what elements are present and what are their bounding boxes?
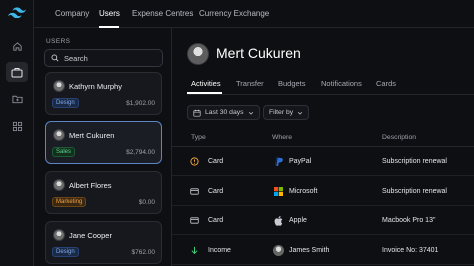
- tab-transfer[interactable]: Transfer: [236, 79, 264, 88]
- tab-budgets[interactable]: Budgets: [278, 79, 306, 88]
- user-card-selected[interactable]: Mert Cukuren Sales $2,794.00: [45, 121, 162, 164]
- row-type: Card: [208, 158, 224, 165]
- date-range-dropdown[interactable]: Last 30 days: [187, 105, 260, 120]
- tab-currency-exchange[interactable]: Currency Exchange: [199, 9, 269, 18]
- user-name: Albert Flores: [69, 181, 112, 190]
- table-row[interactable]: Income James Smith Invoice No: 37401: [172, 236, 474, 265]
- user-name: Jane Cooper: [69, 231, 112, 240]
- tab-notifications[interactable]: Notifications: [321, 79, 362, 88]
- page-title: Mert Cukuren: [216, 45, 301, 61]
- avatar: [273, 245, 284, 256]
- row-where: Microsoft: [289, 188, 318, 195]
- user-amount: $762.00: [131, 249, 156, 256]
- role-badge: Design: [52, 247, 79, 257]
- search-box[interactable]: [44, 49, 163, 67]
- avatar: [187, 43, 209, 65]
- role-badge: Design: [52, 98, 79, 108]
- card-icon: [190, 217, 199, 224]
- tab-users[interactable]: Users: [99, 9, 120, 18]
- active-tab-indicator: [187, 92, 222, 94]
- role-badge: Marketing: [52, 197, 87, 207]
- avatar: [53, 229, 65, 241]
- row-description: Invoice No: 37401: [382, 247, 439, 254]
- home-icon[interactable]: [6, 36, 28, 56]
- row-description: Subscription renewal: [382, 188, 447, 195]
- table-row[interactable]: Card PayPal Subscription renewal: [172, 147, 474, 176]
- user-amount: $2,794.00: [126, 149, 155, 156]
- user-card[interactable]: Jane Cooper Design $762.00: [45, 221, 162, 264]
- paypal-icon: [273, 156, 284, 167]
- user-card[interactable]: Albert Flores Marketing $0.00: [45, 171, 162, 214]
- chevron-down-icon: [298, 111, 303, 115]
- tab-cards[interactable]: Cards: [376, 79, 396, 88]
- grid-icon[interactable]: [6, 116, 28, 136]
- tailwind-logo-icon: [8, 7, 26, 18]
- avatar: [53, 80, 65, 92]
- chevron-down-icon: [248, 111, 253, 115]
- avatar: [53, 179, 65, 191]
- column-header-where[interactable]: Where: [272, 134, 292, 141]
- folder-icon[interactable]: [6, 89, 28, 109]
- divider: [187, 94, 474, 95]
- briefcase-icon[interactable]: [6, 62, 28, 82]
- top-navigation: Company Users Expense Centres Currency E…: [34, 0, 474, 28]
- row-type: Card: [208, 217, 224, 224]
- tab-expense-centres[interactable]: Expense Centres: [132, 9, 193, 18]
- income-arrow-icon: [191, 246, 198, 255]
- users-panel: USERS Kathyrn Murphy Design $1,902.00 Me…: [34, 28, 172, 266]
- card-icon: [190, 188, 199, 195]
- main-content: Mert Cukuren Activities Transfer Budgets…: [172, 28, 474, 266]
- date-range-label: Last 30 days: [205, 109, 244, 116]
- user-card[interactable]: Kathyrn Murphy Design $1,902.00: [45, 72, 162, 115]
- row-type: Card: [208, 188, 224, 195]
- tab-activities[interactable]: Activities: [191, 79, 221, 88]
- table-row[interactable]: Card Microsoft Subscription renewal: [172, 177, 474, 206]
- search-input[interactable]: [64, 53, 154, 63]
- users-section-label: USERS: [46, 38, 71, 45]
- search-icon: [51, 54, 59, 62]
- user-name: Kathyrn Murphy: [69, 82, 122, 91]
- user-amount: $0.00: [138, 199, 155, 206]
- column-header-type[interactable]: Type: [191, 134, 206, 141]
- table-row[interactable]: Card Apple Macbook Pro 13": [172, 206, 474, 235]
- role-badge: Sales: [52, 147, 76, 157]
- filter-label: Filter by: [269, 109, 294, 116]
- row-where: PayPal: [289, 158, 312, 165]
- column-header-description[interactable]: Description: [382, 134, 416, 141]
- row-description: Subscription renewal: [382, 158, 447, 165]
- filter-dropdown[interactable]: Filter by: [263, 105, 310, 120]
- row-where: James Smith: [289, 247, 330, 254]
- icon-rail: [0, 0, 34, 266]
- calendar-icon: [193, 109, 201, 117]
- user-amount: $1,902.00: [126, 100, 155, 107]
- user-name: Mert Cukuren: [69, 131, 115, 140]
- microsoft-icon: [273, 186, 284, 197]
- avatar: [53, 129, 65, 141]
- row-description: Macbook Pro 13": [382, 217, 436, 224]
- row-where: Apple: [289, 217, 307, 224]
- tab-company[interactable]: Company: [55, 9, 89, 18]
- apple-icon: [273, 215, 284, 226]
- pending-clock-icon: [190, 157, 199, 166]
- row-type: Income: [208, 247, 231, 254]
